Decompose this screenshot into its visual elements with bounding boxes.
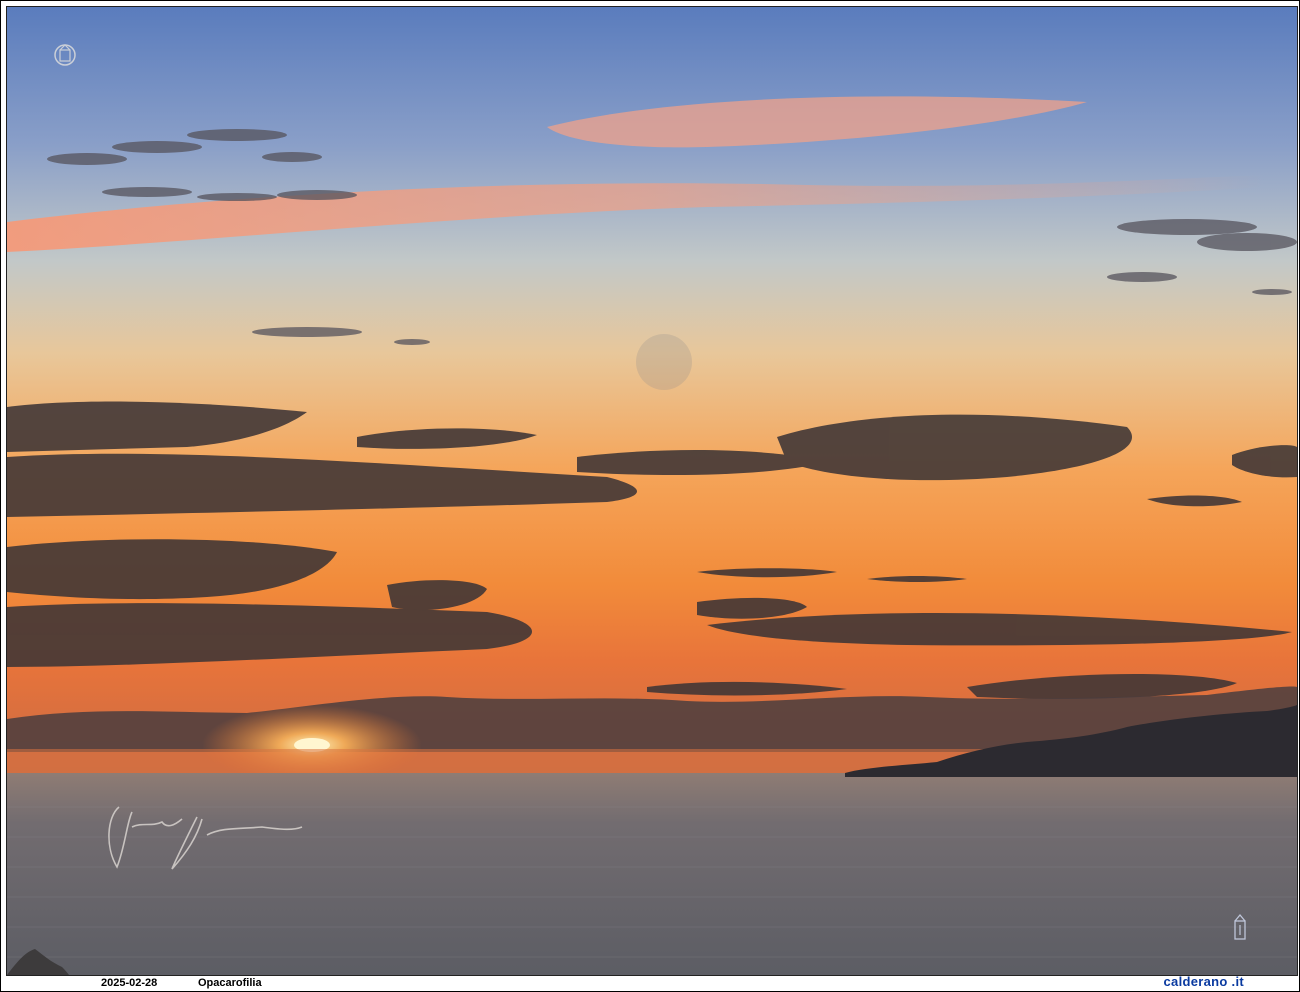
sea [7, 773, 1297, 975]
caption-bar: 2025-02-28 Opacarofilia calderano .it [6, 974, 1296, 991]
site-link[interactable]: calderano .it [1164, 974, 1244, 990]
photo-caption: Opacarofilia [198, 977, 262, 989]
sunset-photo [6, 6, 1298, 976]
photo-date: 2025-02-28 [101, 977, 158, 989]
image-frame: 2025-02-28 Opacarofilia calderano .it [0, 0, 1300, 992]
lens-spot [636, 334, 692, 390]
